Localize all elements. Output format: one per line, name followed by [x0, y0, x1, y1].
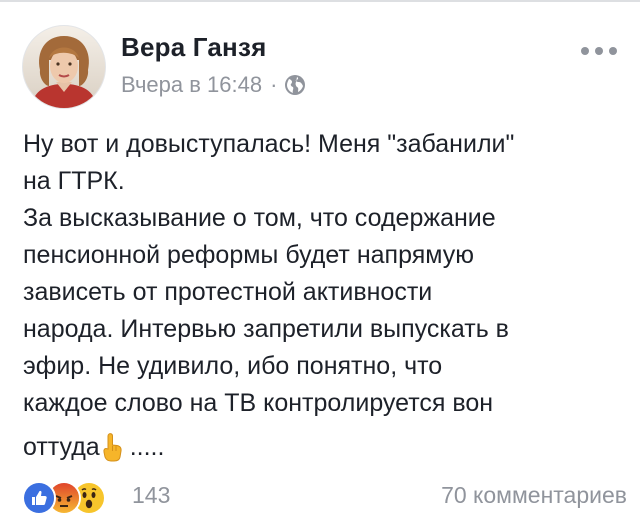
pointing-up-emoji-icon [102, 432, 124, 462]
reactions-count[interactable]: 143 [132, 482, 170, 509]
avatar[interactable] [22, 25, 106, 109]
more-options-button[interactable] [581, 43, 617, 59]
post-text-line: пенсионной реформы будет напрямую [23, 241, 474, 269]
reactions-summary[interactable] [22, 480, 106, 516]
post-text: Ну вот и довыступалась! Меня "забанили" … [23, 126, 623, 466]
post-text-word: оттуда [23, 433, 100, 461]
post-text-line: Ну вот и довыступалась! Меня "забанили" [23, 130, 515, 158]
post-text-line: За высказывание о том, что содержание [23, 204, 496, 232]
more-dot [581, 47, 589, 55]
like-reaction-icon[interactable] [22, 481, 56, 515]
author-name[interactable]: Вера Ганзя [121, 32, 266, 63]
meta-separator: · [270, 72, 278, 97]
post-text-line: на ГТРК. [23, 167, 125, 195]
post-text-ellipsis: ..... [129, 433, 165, 461]
post-text-line: каждое слово на ТВ контролируется вон [23, 389, 494, 417]
comments-count-link[interactable]: 70 комментариев [441, 482, 627, 509]
post-text-last-line: оттуда ..... [23, 429, 623, 466]
facebook-post: Вера Ганзя Вчера в 16:48 · Ну вот и довы… [0, 0, 640, 527]
post-footer: 143 70 комментариев [22, 478, 627, 518]
post-text-line: народа. Интервью запретили выпускать в [23, 315, 509, 343]
post-text-line: зависеть от протестной активности [23, 278, 433, 306]
more-dot [595, 47, 603, 55]
more-dot [609, 47, 617, 55]
globe-icon[interactable] [283, 73, 307, 97]
post-text-line: эфир. Не удивило, ибо понятно, что [23, 352, 443, 380]
post-timestamp[interactable]: Вчера в 16:48 [121, 72, 262, 98]
post-meta: Вчера в 16:48 · [121, 71, 307, 99]
